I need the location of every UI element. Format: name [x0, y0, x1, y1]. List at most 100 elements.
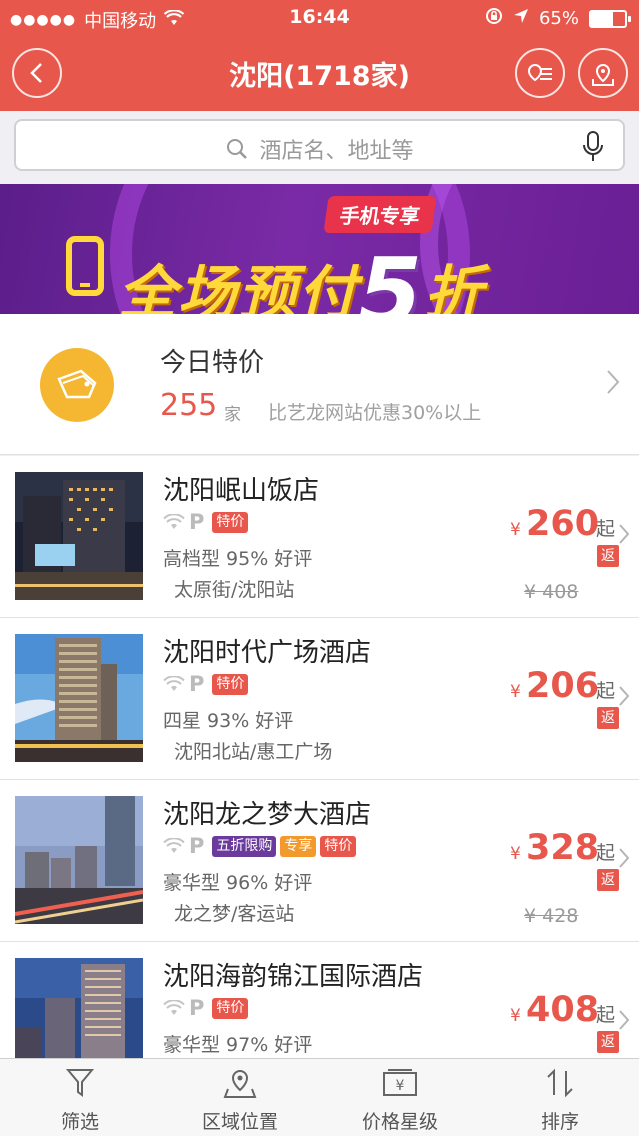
parking-icon: P [189, 510, 205, 534]
map-pin-icon [592, 64, 614, 86]
tag-icon [40, 348, 114, 422]
hotel-amenities: P 特价 [163, 672, 249, 696]
price-currency: ¥ [510, 1006, 521, 1026]
hotel-name: 沈阳海韵锦江国际酒店 [163, 962, 424, 992]
hotel-name: 沈阳时代广场酒店 [163, 638, 372, 668]
phone-icon [66, 236, 104, 296]
search-placeholder-row: 酒店名、地址等 [16, 133, 623, 165]
badge-special-price: 特价 [212, 673, 249, 695]
list-icon [527, 64, 552, 82]
chevron-right-icon [618, 1004, 630, 1039]
parking-icon: P [189, 672, 205, 696]
status-bar: ●●●●● 中国移动 16:44 65% [0, 0, 639, 36]
parking-icon: P [189, 834, 205, 858]
original-price: ¥ 428 [524, 905, 579, 927]
search-bar: 酒店名、地址等 [0, 111, 639, 184]
hotel-photo [15, 634, 143, 762]
banner-number: 5 [358, 238, 425, 314]
rebate-badge: 返 [597, 707, 619, 729]
hotel-area: 沈阳北站/惠工广场 [174, 741, 333, 763]
hotel-price: 260 [526, 504, 600, 544]
hotel-card[interactable]: 沈阳岷山饭店 P 特价 高档型 95% 好评 太原街/沈阳站 ¥ 260 起 返… [0, 456, 639, 618]
tab-filter-label: 筛选 [60, 1111, 99, 1133]
tab-sort-label: 排序 [540, 1111, 579, 1133]
hotel-rating: 豪华型 96% 好评 [163, 872, 313, 894]
rotation-lock-icon [485, 7, 503, 30]
search-placeholder: 酒店名、地址等 [259, 139, 414, 164]
rebate-badge: 返 [597, 869, 619, 891]
tab-sort[interactable]: 排序 [480, 1059, 639, 1136]
map-view-button[interactable] [578, 48, 628, 98]
tab-filter[interactable]: 筛选 [0, 1059, 160, 1136]
badge-special-price: 特价 [320, 835, 357, 857]
price-tag-icon: ¥ [320, 1067, 480, 1103]
hotel-rating: 高档型 95% 好评 [163, 548, 313, 570]
banner-headline: 全场预付5折 [118, 228, 484, 314]
bottom-tab-bar: 筛选 区域位置 ¥ 价格星级 排序 [0, 1058, 639, 1136]
price-suffix: 起 [596, 680, 616, 702]
list-view-button[interactable] [515, 48, 565, 98]
tab-location[interactable]: 区域位置 [160, 1059, 320, 1136]
special-count: 255 [160, 388, 218, 423]
filter-icon [0, 1067, 160, 1103]
hotel-amenities: P 特价 [163, 510, 249, 534]
hotel-amenities: P 五折限购 专享 特价 [163, 834, 357, 858]
price-suffix: 起 [596, 842, 616, 864]
hotel-rating: 豪华型 97% 好评 [163, 1034, 313, 1056]
hotel-name: 沈阳岷山饭店 [163, 476, 320, 506]
sort-icon [480, 1067, 639, 1103]
badge-special-price: 特价 [212, 997, 249, 1019]
banner-main-text: 全场预付 [118, 259, 359, 314]
wifi-icon [163, 838, 185, 853]
wifi-icon [163, 676, 185, 691]
location-arrow-icon [513, 8, 529, 29]
hotel-amenities: P 特价 [163, 996, 249, 1020]
promo-banner[interactable]: 手机专享 全场预付5折 [0, 184, 639, 314]
battery-icon [589, 9, 631, 28]
price-currency: ¥ [510, 520, 521, 540]
hotel-rating: 四星 93% 好评 [163, 710, 294, 732]
hotel-price: 206 [526, 666, 600, 706]
hotel-photo [15, 796, 143, 924]
special-description: 比艺龙网站优惠30%以上 [268, 402, 482, 424]
search-input[interactable]: 酒店名、地址等 [14, 119, 625, 171]
wifi-icon [163, 1000, 185, 1015]
tab-price-star[interactable]: ¥ 价格星级 [320, 1059, 480, 1136]
header: ●●●●● 中国移动 16:44 65% 沈阳(1718家) [0, 0, 639, 111]
hotel-name: 沈阳龙之梦大酒店 [163, 800, 372, 830]
special-unit: 家 [224, 405, 241, 425]
price-suffix: 起 [596, 518, 616, 540]
battery-percent: 65% [538, 8, 579, 29]
badge-exclusive: 专享 [280, 835, 317, 857]
price-currency: ¥ [510, 682, 521, 702]
hotel-price: 328 [526, 828, 600, 868]
badge-special-price: 特价 [212, 511, 249, 533]
hotel-area: 龙之梦/客运站 [174, 903, 295, 925]
wifi-icon [163, 514, 185, 529]
chevron-right-icon [618, 518, 630, 553]
price-currency: ¥ [510, 844, 521, 864]
hotel-card[interactable]: 沈阳时代广场酒店 P 特价 四星 93% 好评 沈阳北站/惠工广场 ¥ 206 … [0, 618, 639, 780]
rebate-badge: 返 [597, 1031, 619, 1053]
hotel-area: 太原街/沈阳站 [174, 579, 295, 601]
badge-half-price: 五折限购 [212, 835, 277, 857]
chevron-right-icon [606, 368, 620, 403]
parking-icon: P [189, 996, 205, 1020]
chevron-right-icon [618, 680, 630, 715]
svg-text:¥: ¥ [396, 1078, 405, 1094]
status-right: 65% [485, 7, 631, 30]
rebate-badge: 返 [597, 545, 619, 567]
hotel-card[interactable]: 沈阳海韵锦江国际酒店 P 特价 豪华型 97% 好评 ¥ 408 起 返 [0, 942, 639, 1060]
tab-price-star-label: 价格星级 [361, 1111, 438, 1133]
tab-location-label: 区域位置 [201, 1111, 278, 1133]
hotel-card[interactable]: 沈阳龙之梦大酒店 P 五折限购 专享 特价 豪华型 96% 好评 龙之梦/客运站… [0, 780, 639, 942]
hotel-price: 408 [526, 990, 600, 1030]
chevron-right-icon [618, 842, 630, 877]
hotel-photo [15, 958, 143, 1060]
banner-tail-text: 折 [424, 259, 485, 314]
hotel-photo [15, 472, 143, 600]
today-special-row[interactable]: 今日特价 255 家 比艺龙网站优惠30%以上 [0, 314, 639, 455]
special-title: 今日特价 [160, 348, 265, 378]
microphone-icon[interactable] [581, 131, 605, 167]
search-icon [227, 139, 248, 159]
